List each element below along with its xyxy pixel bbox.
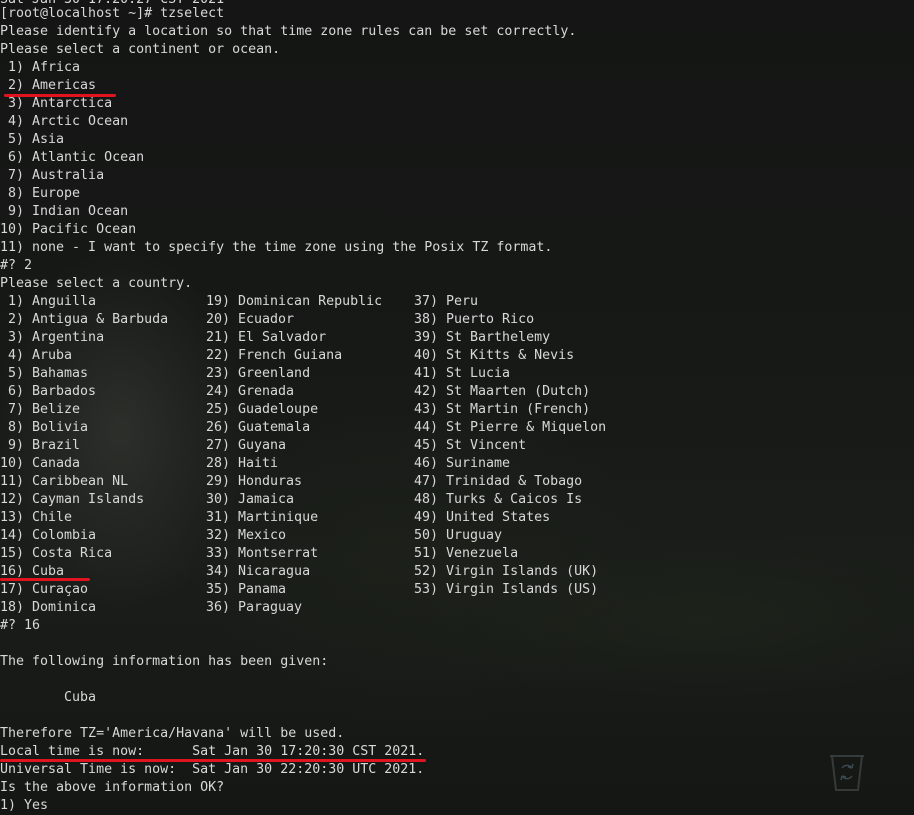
country-option: 13) Chile xyxy=(0,510,73,525)
country-option: 1) Anguilla xyxy=(0,294,97,309)
continent-option: 4) Arctic Ocean xyxy=(0,114,129,129)
tz-result: Therefore TZ='America/Havana' will be us… xyxy=(0,726,345,741)
country-option: 26) Guatemala xyxy=(206,420,311,435)
country-option: 46) Suriname xyxy=(414,456,511,471)
confirm-option: 1) Yes xyxy=(0,798,49,813)
country-option: 2) Antigua & Barbuda xyxy=(0,312,169,327)
country-option: 36) Paraguay xyxy=(206,600,303,615)
country-option: 10) Canada xyxy=(0,456,81,471)
continent-option: 5) Asia xyxy=(0,132,65,147)
continent-option-selected: 2) Americas xyxy=(0,78,97,93)
country-option: 51) Venezuela xyxy=(414,546,519,561)
country-prompt: Please select a country. xyxy=(0,276,193,291)
country-option: 31) Martinique xyxy=(206,510,319,525)
country-option: 42) St Maarten (Dutch) xyxy=(414,384,591,399)
country-option: 19) Dominican Republic xyxy=(206,294,383,309)
country-option: 34) Nicaragua xyxy=(206,564,311,579)
country-option: 20) Ecuador xyxy=(206,312,295,327)
country-option: 52) Virgin Islands (UK) xyxy=(414,564,599,579)
country-option: 4) Aruba xyxy=(0,348,73,363)
continent-option: 10) Pacific Ocean xyxy=(0,222,137,237)
country-option: 40) St Kitts & Nevis xyxy=(414,348,575,363)
country-option: 7) Belize xyxy=(0,402,81,417)
country-option: 50) Uruguay xyxy=(414,528,503,543)
continent-option: 3) Antarctica xyxy=(0,96,113,111)
country-option: 14) Colombia xyxy=(0,528,97,543)
confirm-prompt: Is the above information OK? xyxy=(0,780,225,795)
country-option: 11) Caribbean NL xyxy=(0,474,129,489)
country-answer: #? 16 xyxy=(0,618,41,633)
universal-time-line: Universal Time is now: Sat Jan 30 22:20:… xyxy=(0,762,425,777)
country-option: 22) French Guiana xyxy=(206,348,343,363)
country-option: 35) Panama xyxy=(206,582,287,597)
country-option: 3) Argentina xyxy=(0,330,105,345)
country-option: 12) Cayman Islands xyxy=(0,492,145,507)
country-option: 21) El Salvador xyxy=(206,330,327,345)
continent-answer: #? 2 xyxy=(0,258,33,273)
continent-option: 9) Indian Ocean xyxy=(0,204,129,219)
country-option: 48) Turks & Caicos Is xyxy=(414,492,583,507)
country-option: 41) St Lucia xyxy=(414,366,511,381)
country-option: 32) Mexico xyxy=(206,528,287,543)
continent-option: 6) Atlantic Ocean xyxy=(0,150,145,165)
country-option: 5) Bahamas xyxy=(0,366,89,381)
country-option: 24) Grenada xyxy=(206,384,295,399)
country-option: 25) Guadeloupe xyxy=(206,402,319,417)
country-option: 45) St Vincent xyxy=(414,438,527,453)
country-option: 38) Puerto Rico xyxy=(414,312,535,327)
continent-option: 1) Africa xyxy=(0,60,81,75)
info-country: Cuba xyxy=(0,690,97,705)
country-option: 17) Curaçao xyxy=(0,582,89,597)
continent-option: 7) Australia xyxy=(0,168,105,183)
info-header: The following information has been given… xyxy=(0,654,329,669)
intro-text: Please identify a location so that time … xyxy=(0,24,577,39)
country-option: 8) Bolivia xyxy=(0,420,89,435)
country-option: 43) St Martin (French) xyxy=(414,402,591,417)
country-option: 44) St Pierre & Miquelon xyxy=(414,420,607,435)
country-option: 37) Peru xyxy=(414,294,479,309)
country-option: 39) St Barthelemy xyxy=(414,330,551,345)
country-option: 23) Greenland xyxy=(206,366,311,381)
continent-option: 8) Europe xyxy=(0,186,81,201)
country-option: 53) Virgin Islands (US) xyxy=(414,582,599,597)
americas-underline xyxy=(4,94,116,97)
country-option: 33) Montserrat xyxy=(206,546,319,561)
country-option: 15) Costa Rica xyxy=(0,546,113,561)
country-option: 27) Guyana xyxy=(206,438,287,453)
continent-option: 11) none - I want to specify the time zo… xyxy=(0,240,553,255)
recycle-bin-icon[interactable] xyxy=(822,746,872,794)
country-option: 47) Trinidad & Tobago xyxy=(414,474,583,489)
country-option: 6) Barbados xyxy=(0,384,97,399)
country-option: 30) Jamaica xyxy=(206,492,295,507)
country-option: 29) Honduras xyxy=(206,474,303,489)
local-time-underline xyxy=(0,759,426,762)
country-option: 9) Brazil xyxy=(0,438,81,453)
terminal-window[interactable]: Sat Jan 30 17:20:27 CST 2021 [root@local… xyxy=(0,0,914,813)
country-option: 49) United States xyxy=(414,510,551,525)
country-option: 18) Dominica xyxy=(0,600,97,615)
continent-prompt: Please select a continent or ocean. xyxy=(0,42,281,57)
country-option: 28) Haiti xyxy=(206,456,279,471)
shell-prompt: [root@localhost ~]# tzselect xyxy=(0,6,225,21)
cuba-underline xyxy=(0,578,90,581)
